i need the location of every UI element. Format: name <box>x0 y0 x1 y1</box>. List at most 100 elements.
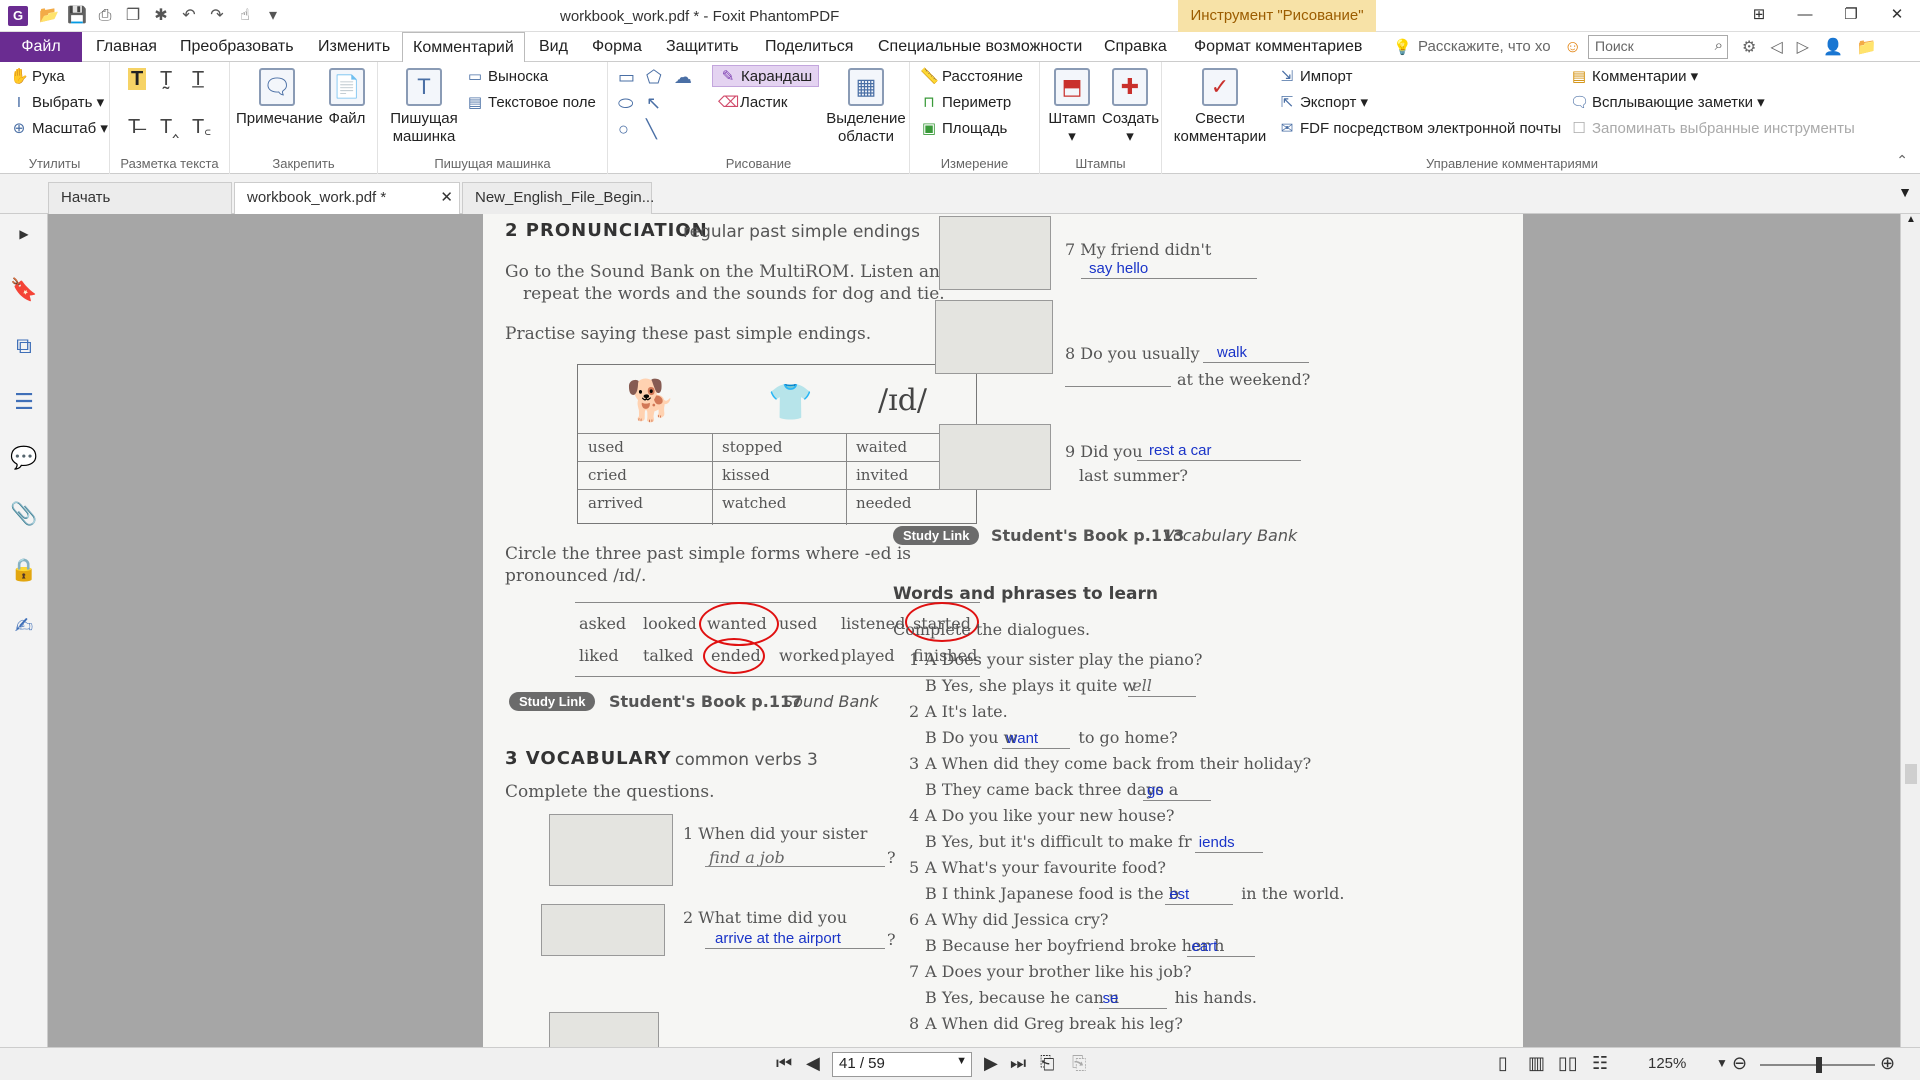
vertical-scrollbar[interactable]: ▲ <box>1900 214 1920 1047</box>
facing-page-icon[interactable]: ▯▯ <box>1558 1053 1578 1074</box>
attachments-icon[interactable]: 📎 <box>10 500 38 528</box>
menu-view[interactable]: Вид <box>529 32 578 62</box>
settings-icon[interactable]: ⚙ <box>1742 37 1756 57</box>
scroll-up-icon[interactable]: ▲ <box>1906 214 1916 225</box>
dialogue-answer[interactable]: ell <box>1132 676 1152 695</box>
answer-9[interactable]: rest a car <box>1149 442 1212 459</box>
signature-icon[interactable]: ✍ <box>10 612 38 640</box>
save-icon[interactable]: 💾 <box>66 5 88 27</box>
hand-tool[interactable]: ✋ Рука <box>10 66 65 88</box>
scrollbar-thumb[interactable] <box>1905 764 1917 784</box>
zoom-in-icon[interactable]: ⊕ <box>1880 1053 1895 1074</box>
folder-icon[interactable]: 📁 <box>1857 37 1877 57</box>
menu-file[interactable]: Файл <box>0 32 82 62</box>
tell-me-field[interactable]: Расскажите, что хо <box>1418 38 1551 55</box>
last-page-icon[interactable]: ⏭ <box>1010 1053 1026 1074</box>
polygon-icon[interactable]: ⬠ <box>646 66 662 88</box>
pencil-button[interactable]: ✎ Карандаш <box>712 65 820 87</box>
distance-button[interactable]: 📏 Расстояние <box>920 66 1023 88</box>
menu-edit[interactable]: Изменить <box>308 32 400 62</box>
zoom-tool[interactable]: ⊕ Масштаб ▾ <box>10 118 108 140</box>
open-icon[interactable]: 📂 <box>38 5 60 27</box>
first-page-icon[interactable]: ⏮ <box>776 1053 792 1074</box>
menu-convert[interactable]: Преобразовать <box>170 32 304 62</box>
customize-qat-icon[interactable]: ▾ <box>262 5 284 27</box>
dialogue-answer[interactable]: est <box>1169 886 1189 903</box>
menu-form[interactable]: Форма <box>582 32 652 62</box>
insert-text-icon[interactable]: T꜀ <box>192 116 211 138</box>
answer-7[interactable]: say hello <box>1089 260 1148 277</box>
squiggly-text-icon[interactable]: T̰ <box>160 68 172 90</box>
answer-2[interactable]: arrive at the airport <box>715 930 841 947</box>
area-button[interactable]: ▣ Площадь <box>920 118 1007 140</box>
undo-icon[interactable]: ↶ <box>178 5 200 27</box>
dialogue-answer[interactable]: want <box>1006 730 1038 747</box>
tab-start[interactable]: Начать <box>48 182 232 214</box>
stamp-button[interactable]: ⬒ Штамп ▾ <box>1044 68 1100 146</box>
eraser-button[interactable]: ⌫Ластик <box>718 92 788 114</box>
account-icon[interactable]: 👤 <box>1823 37 1843 57</box>
arrow-icon[interactable]: ↖ <box>646 92 661 114</box>
menu-comment[interactable]: Комментарий <box>402 32 525 63</box>
expand-panel-icon[interactable]: ▶ <box>10 220 38 248</box>
popup-notes-dropdown[interactable]: 🗨 Всплывающие заметки ▾ <box>1570 92 1765 114</box>
layout-icon[interactable]: ⊞ <box>1736 0 1782 30</box>
next-page-icon[interactable]: ▶ <box>984 1053 998 1074</box>
export-button[interactable]: ⇱ Экспорт ▾ <box>1278 92 1368 114</box>
underline-text-icon[interactable]: T̲ <box>192 68 204 90</box>
area-highlight-button[interactable]: ▦ Выделение области <box>824 68 908 146</box>
menu-comment-format[interactable]: Формат комментариев <box>1184 32 1372 62</box>
close-button[interactable]: ✕ <box>1874 0 1920 30</box>
comments-dropdown[interactable]: ▤ Комментарии ▾ <box>1570 66 1698 88</box>
restore-button[interactable]: ❐ <box>1828 0 1874 30</box>
zoom-dropdown-icon[interactable]: ▼ <box>1716 1056 1728 1070</box>
menu-home[interactable]: Главная <box>86 32 167 62</box>
menu-accessibility[interactable]: Специальные возможности <box>868 32 1092 62</box>
foxit-app-icon[interactable]: G <box>8 6 28 26</box>
summarize-comments-button[interactable]: ✓ Свести комментарии <box>1172 68 1268 146</box>
bookmarks-icon[interactable]: 🔖 <box>10 276 38 304</box>
tab-list-icon[interactable]: ▼ <box>1898 184 1912 200</box>
tab-workbook[interactable]: workbook_work.pdf * ✕ <box>234 182 460 214</box>
dialogue-answer[interactable]: se <box>1103 990 1119 1007</box>
pages-icon[interactable]: ⧉ <box>10 332 38 360</box>
replace-text-icon[interactable]: T‸ <box>160 116 179 138</box>
menu-share[interactable]: Поделиться <box>755 32 863 62</box>
back-icon[interactable]: ◁ <box>1770 37 1782 57</box>
print-icon[interactable]: ⎙ <box>94 5 116 27</box>
feedback-icon[interactable]: ☺ <box>1564 37 1581 57</box>
zoom-level[interactable]: 125% <box>1648 1055 1686 1072</box>
forward-icon[interactable]: ▷ <box>1797 37 1809 57</box>
callout-button[interactable]: ▭ Выноска <box>466 66 548 88</box>
typewriter-button[interactable]: T Пишущая машинка <box>382 68 466 146</box>
search-icon[interactable]: ⌕ <box>1715 37 1723 54</box>
perimeter-button[interactable]: ⊓ Периметр <box>920 92 1011 114</box>
cloud-icon[interactable]: ☁ <box>674 66 692 88</box>
redo-icon[interactable]: ↷ <box>206 5 228 27</box>
tab-new-english-file[interactable]: New_English_File_Begin... <box>462 182 654 214</box>
rectangle-icon[interactable]: ▭ <box>618 66 635 88</box>
collapse-ribbon-icon[interactable]: ⌃ <box>1896 152 1908 169</box>
dialogue-answer[interactable]: go <box>1147 782 1164 799</box>
prev-page-icon[interactable]: ◀ <box>806 1053 820 1074</box>
next-view-icon[interactable]: ⎘ <box>1072 1053 1086 1074</box>
zoom-out-icon[interactable]: ⊖ <box>1732 1053 1747 1074</box>
security-icon[interactable]: 🔒 <box>10 556 38 584</box>
new-icon[interactable]: ✱ <box>150 5 172 27</box>
close-tab-icon[interactable]: ✕ <box>440 183 453 213</box>
page-dropdown-icon[interactable]: ▼ <box>956 1055 967 1067</box>
minimize-button[interactable]: — <box>1782 0 1828 30</box>
highlight-text-icon[interactable]: T <box>128 68 147 90</box>
pencil-circle-annotation[interactable] <box>703 638 765 674</box>
select-tool[interactable]: I Выбрать ▾ <box>10 92 104 114</box>
document-viewport[interactable]: 2 PRONUNCIATION regular past simple endi… <box>48 214 1900 1047</box>
pdf-page[interactable]: 2 PRONUNCIATION regular past simple endi… <box>483 214 1523 1047</box>
comments-panel-icon[interactable]: 💬 <box>10 444 38 472</box>
page-number-input[interactable]: 41 / 59 ▼ <box>832 1052 972 1077</box>
create-stamp-button[interactable]: ✚ Создать ▾ <box>1102 68 1159 146</box>
import-button[interactable]: ⇲ Импорт <box>1278 66 1353 88</box>
previous-view-icon[interactable]: ⎗ <box>1040 1053 1054 1074</box>
search-input[interactable]: Поиск ⌕ <box>1588 35 1728 59</box>
strikeout-text-icon[interactable]: T̶ <box>128 116 140 138</box>
menu-help[interactable]: Справка <box>1094 32 1177 62</box>
